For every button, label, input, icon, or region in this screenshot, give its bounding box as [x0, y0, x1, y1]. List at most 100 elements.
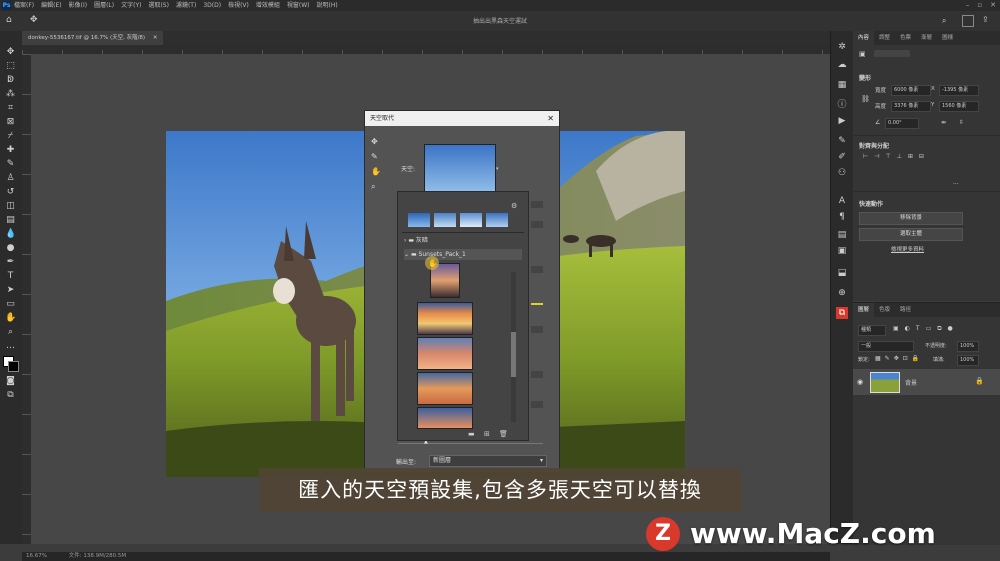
eyedropper-icon[interactable]: ⌿	[5, 131, 16, 142]
type-icon[interactable]: T	[5, 271, 16, 282]
magic-wand-icon[interactable]: ⁂	[5, 89, 16, 100]
brush-icon[interactable]: ✎	[5, 159, 16, 170]
tab-properties[interactable]: 內容	[853, 31, 875, 45]
actions-icon[interactable]: ▶	[836, 115, 848, 127]
close-icon[interactable]: ✕	[990, 0, 996, 11]
blend-mode-select[interactable]: 一般	[858, 341, 914, 352]
menu-help[interactable]: 說明(H)	[317, 0, 338, 11]
slider-track[interactable]	[531, 303, 543, 305]
background-color-swatch[interactable]	[8, 361, 19, 372]
slider-field[interactable]	[531, 201, 543, 208]
angle-field[interactable]: 0.00°	[885, 118, 919, 129]
maximize-icon[interactable]: ▫	[977, 0, 982, 11]
tab-channels[interactable]: 色版	[874, 303, 895, 317]
clone-source-icon[interactable]: ⚇	[836, 167, 848, 179]
menu-view[interactable]: 檢視(V)	[228, 0, 249, 11]
brush-settings-icon[interactable]: ✎	[836, 135, 848, 147]
flip-horizontal-icon[interactable]: ⇹	[941, 119, 946, 126]
new-sky-icon[interactable]: ⊞	[484, 430, 490, 438]
bottom-slider-track[interactable]	[398, 443, 543, 444]
frame-icon[interactable]: ⊠	[5, 117, 16, 128]
folder-row-sunsets[interactable]: ⌄ ▬ Sunsets_Pack_1	[404, 249, 522, 260]
gradient-icon[interactable]: ▤	[5, 215, 16, 226]
y-field[interactable]: 1560 像素	[939, 101, 979, 112]
plugin-icon[interactable]: ⧉	[836, 307, 848, 319]
output-select[interactable]: 新圖層 ▾	[429, 455, 547, 467]
menu-window[interactable]: 視窗(W)	[287, 0, 310, 11]
link-icon[interactable]: ⛓	[861, 95, 870, 103]
workspace-icon[interactable]	[962, 15, 974, 27]
share-icon[interactable]: ⇪	[982, 15, 989, 24]
screen-mode-icon[interactable]: ⧉	[5, 390, 16, 401]
menu-filter[interactable]: 濾鏡(T)	[176, 0, 196, 11]
folder-row-fog[interactable]: › ▬ 灰暗	[404, 235, 522, 246]
gear-icon[interactable]: ⚙	[511, 202, 517, 210]
layer-filter-icons[interactable]: ▣◐T▭⧉●	[893, 325, 959, 333]
menu-type[interactable]: 文字(Y)	[121, 0, 141, 11]
notes-icon[interactable]: ▤	[836, 229, 848, 241]
hand-icon[interactable]: ✋	[5, 313, 16, 324]
info-icon[interactable]: ⓘ	[836, 99, 848, 111]
more-options-icon[interactable]: ···	[953, 181, 959, 188]
move-icon[interactable]: ✥	[5, 47, 16, 58]
more-tools-icon[interactable]: …	[5, 341, 16, 352]
slider-field[interactable]	[531, 401, 543, 408]
menu-plugins[interactable]: 增效模組	[256, 0, 280, 11]
paths-icon[interactable]: ⬓	[836, 267, 848, 279]
menu-layer[interactable]: 圖層(L)	[94, 0, 114, 11]
sky-preset-thumb[interactable]	[434, 213, 456, 227]
paragraph-icon[interactable]: ¶	[836, 211, 848, 223]
sky-preset-thumb[interactable]	[486, 213, 508, 227]
tab-swatches[interactable]: 色票	[895, 31, 916, 45]
layer-filter-select[interactable]: 種類	[858, 325, 886, 336]
zoom-icon[interactable]: ⌕	[5, 327, 16, 338]
lasso-icon[interactable]: ↁ	[5, 75, 16, 86]
stamp-icon[interactable]: ♙	[5, 173, 16, 184]
sky-preset-thumb[interactable]	[408, 213, 430, 227]
shape-icon[interactable]: ▭	[5, 299, 16, 310]
blur-icon[interactable]: 💧	[5, 229, 16, 240]
menu-3d[interactable]: 3D(D)	[203, 0, 221, 11]
eraser-icon[interactable]: ◫	[5, 201, 16, 212]
dodge-icon[interactable]: ●	[5, 243, 16, 254]
crop-icon[interactable]: ⌗	[5, 103, 16, 114]
opacity-field[interactable]: 100%	[957, 341, 979, 352]
view-more-link[interactable]: 檢視更多資料	[891, 245, 924, 253]
search-icon[interactable]: ⌕	[942, 16, 946, 26]
zoom-icon[interactable]: ⌕	[371, 182, 375, 192]
character-icon[interactable]: A	[836, 195, 848, 207]
sky-thumb[interactable]	[417, 407, 473, 429]
document-tab[interactable]: donkey-5536167.tif @ 16.7% (天空, 灰階/8) ✕	[22, 31, 164, 45]
path-select-icon[interactable]: ➤	[5, 285, 16, 296]
slider-field[interactable]	[531, 326, 543, 333]
slider-field[interactable]	[531, 266, 543, 273]
history-brush-icon[interactable]: ↺	[5, 187, 16, 198]
slider-field[interactable]	[531, 371, 543, 378]
zoom-level[interactable]: 16.67%	[26, 553, 47, 559]
trash-icon[interactable]: 🗑	[499, 430, 508, 438]
slider-field[interactable]	[531, 221, 543, 228]
tab-layers[interactable]: 圖層	[853, 303, 875, 317]
dialog-close-icon[interactable]: ✕	[547, 111, 554, 126]
align-icons[interactable]: ⊢⊣⊤⊥⊞⊟	[863, 153, 930, 160]
pen-icon[interactable]: ✒	[5, 257, 16, 268]
sky-thumb[interactable]	[417, 372, 473, 405]
tab-close-icon[interactable]: ✕	[153, 35, 158, 41]
menu-select[interactable]: 選取(S)	[148, 0, 169, 11]
marquee-icon[interactable]: ⬚	[5, 61, 16, 72]
layer-name[interactable]: 背景	[905, 378, 917, 387]
sky-preview-swatch[interactable]	[424, 144, 496, 193]
sky-dropdown-icon[interactable]: ▾	[496, 166, 499, 172]
select-subject-button[interactable]: 選取主體	[859, 228, 963, 241]
sky-brush-icon[interactable]: ✎	[371, 152, 378, 161]
libraries-icon[interactable]: ☁	[836, 59, 848, 71]
layer-row[interactable]: ◉ 背景 🔒	[853, 369, 1000, 395]
healing-brush-icon[interactable]: ✚	[5, 145, 16, 156]
minimize-icon[interactable]: –	[966, 0, 970, 11]
x-field[interactable]: -1395 像素	[939, 85, 979, 96]
lock-icons[interactable]: ▦✎✥⊡🔒	[875, 355, 923, 362]
eye-icon[interactable]: ◉	[857, 378, 863, 386]
quick-mask-icon[interactable]: ◙	[5, 376, 16, 387]
learn-icon[interactable]: ✲	[836, 41, 848, 53]
height-field[interactable]: 3376 像素	[891, 101, 931, 112]
